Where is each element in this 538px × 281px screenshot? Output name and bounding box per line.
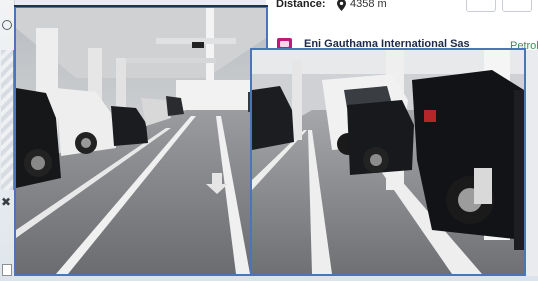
close-icon[interactable]: ✖	[1, 196, 11, 208]
distance-value: 4358 m	[350, 0, 387, 10]
parking-garage-image-closeup	[252, 50, 524, 274]
parking-photo-left[interactable]	[14, 6, 268, 276]
station-list-item[interactable]: Eni Gauthama International Sas Petrol	[266, 22, 538, 52]
photo-top-border	[14, 5, 268, 7]
parking-photo-right[interactable]	[250, 48, 526, 276]
listing-card-header: Distance: 4358 m	[266, 0, 538, 23]
map-preview[interactable]	[1, 50, 15, 190]
page-icon	[2, 264, 12, 276]
directions-button[interactable]	[466, 0, 496, 12]
map-sidebar-strip: ✖	[0, 0, 15, 281]
details-button[interactable]	[502, 0, 532, 12]
parking-garage-image	[16, 8, 266, 274]
distance-label: Distance:	[276, 0, 326, 10]
map-pin-icon	[337, 0, 346, 11]
location-icon[interactable]	[2, 20, 12, 30]
bottom-edge	[0, 276, 538, 281]
